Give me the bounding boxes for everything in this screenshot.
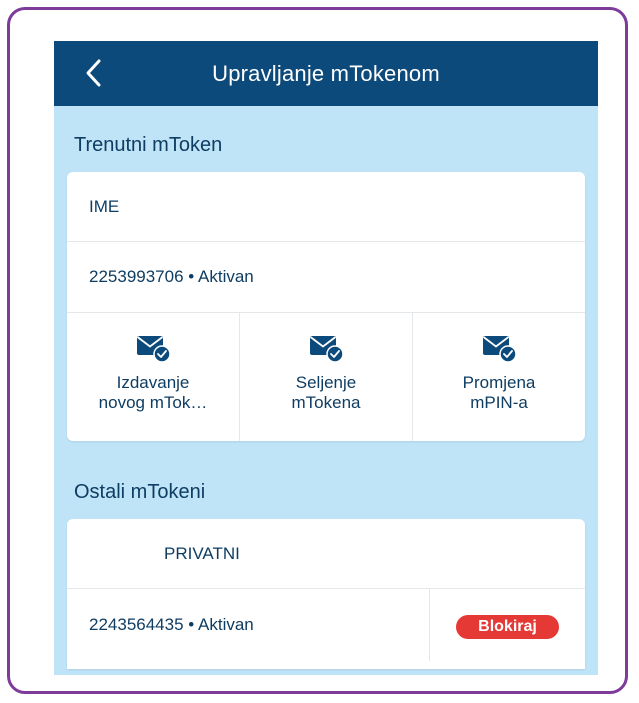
move-label-line2: mTokena (291, 393, 361, 412)
app-header: Upravljanje mTokenom (54, 41, 598, 106)
envelope-check-icon (136, 336, 171, 363)
device-frame: Upravljanje mTokenom Trenutni mToken IME… (7, 7, 628, 694)
other-token-info-row: 2243564435 • Aktivan Blokiraj (67, 589, 585, 661)
token-name-row: IME (67, 172, 585, 242)
current-mtoken-card: IME 2253993706 • Aktivan Izdavanje novog… (67, 172, 585, 441)
change-mpin-button[interactable]: Promjena mPIN-a (412, 313, 585, 441)
token-actions: Izdavanje novog mTok… Seljenje mTokena P… (67, 313, 585, 441)
page-title: Upravljanje mTokenom (212, 61, 440, 86)
app-screen: Upravljanje mTokenom Trenutni mToken IME… (54, 41, 598, 675)
token-name: IME (89, 196, 120, 216)
token-info-row: 2253993706 • Aktivan (67, 242, 585, 313)
block-cell: Blokiraj (429, 589, 585, 661)
envelope-check-icon (309, 336, 344, 363)
move-mtoken-button[interactable]: Seljenje mTokena (239, 313, 412, 441)
issue-label-line1: Izdavanje (116, 373, 190, 392)
mpin-label-line1: Promjena (462, 373, 536, 392)
other-token-name: PRIVATNI (164, 543, 240, 563)
block-button[interactable]: Blokiraj (456, 615, 559, 639)
issue-label-line2: novog mTok… (98, 393, 208, 412)
token-number-status: 2253993706 • Aktivan (89, 267, 254, 286)
move-label-line1: Seljenje (295, 373, 357, 392)
envelope-check-icon (482, 336, 517, 363)
other-token-number-status: 2243564435 • Aktivan (89, 615, 254, 634)
other-mtokens-heading: Ostali mTokeni (74, 481, 206, 503)
mpin-label-line2: mPIN-a (470, 393, 528, 412)
other-mtokens-card: PRIVATNI 2243564435 • Aktivan Blokiraj (67, 519, 585, 669)
current-mtoken-heading: Trenutni mToken (74, 134, 223, 156)
other-token-name-row: PRIVATNI (67, 519, 585, 589)
issue-new-mtoken-button[interactable]: Izdavanje novog mTok… (67, 313, 239, 441)
